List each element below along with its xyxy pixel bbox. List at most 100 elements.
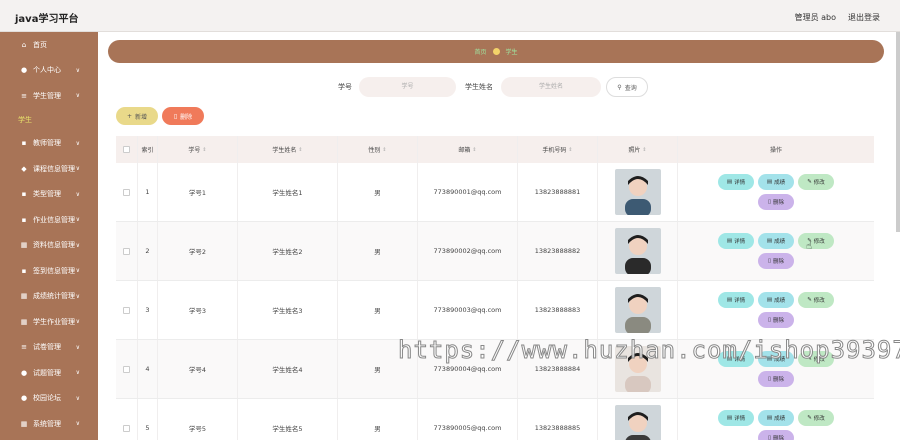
sort-icon: ⇕: [642, 146, 647, 153]
student-photo[interactable]: [614, 405, 661, 440]
sidebar-item-label: 学生作业管理: [33, 317, 75, 326]
query-button[interactable]: ⚲ 查询: [606, 77, 648, 97]
score-icon: ▤: [766, 179, 773, 185]
trash-icon: ▯: [767, 199, 771, 205]
cell-email: 773890005@qq.com: [418, 399, 518, 440]
col-phone-label: 手机号码: [542, 147, 567, 154]
score-button[interactable]: ▤ 成绩: [758, 233, 794, 249]
edit-button[interactable]: ✎ 修改: [798, 292, 834, 308]
edit-button[interactable]: ✎ 修改: [798, 233, 834, 249]
table-row: 1 学号1 学生姓名1 男 773890001@qq.com 13823888881 ▤ 详情…: [116, 163, 874, 222]
op-line: ▯ 删除: [758, 430, 794, 440]
cell-sno: 学号2: [158, 222, 238, 280]
col-photo[interactable]: 照片 ⇕: [598, 136, 678, 163]
sidebar-item-4[interactable]: ▪ 教师管理 ∨: [0, 131, 98, 157]
sidebar-item-label: 学生: [18, 115, 32, 124]
sidebar-item-11[interactable]: ▦ 学生作业管理 ∨: [0, 309, 98, 335]
sidebar-item-13[interactable]: ● 试题管理 ∨: [0, 360, 98, 386]
edit-button[interactable]: ✎ 修改: [798, 410, 834, 426]
col-name[interactable]: 学生姓名 ⇕: [238, 136, 338, 163]
cell-sex: 男: [338, 399, 418, 440]
score-label: 成绩: [774, 298, 786, 304]
score-button[interactable]: ▤ 成绩: [758, 292, 794, 308]
sidebar-item-label: 首页: [33, 40, 47, 49]
row-checkbox[interactable]: [123, 247, 130, 255]
breadcrumb-home[interactable]: 首页: [474, 47, 486, 56]
row-checkbox[interactable]: [123, 306, 130, 314]
row-delete-button[interactable]: ▯ 删除: [758, 253, 794, 269]
sidebar-item-6[interactable]: ▪ 类型管理 ∨: [0, 182, 98, 208]
sidebar-item-7[interactable]: ▪ 作业信息管理 ∨: [0, 207, 98, 233]
col-sex[interactable]: 性别 ⇕: [338, 136, 418, 163]
row-checkbox[interactable]: [123, 188, 130, 196]
col-index-label: 索引: [141, 147, 154, 154]
cell-photo: [598, 281, 678, 339]
cell-operations: ▤ 详情 ▤ 成绩 ✎ 修改 ▯ 删除: [678, 163, 874, 221]
sno-input[interactable]: 学号: [359, 77, 456, 97]
select-all-checkbox[interactable]: [123, 146, 130, 153]
op-line: ▤ 详情 ▤ 成绩 ✎ 修改: [718, 233, 834, 249]
sidebar-item-12[interactable]: ≡ 试卷管理 ∨: [0, 335, 98, 361]
row-checkbox[interactable]: [123, 365, 130, 373]
chevron-down-icon: ∨: [75, 292, 80, 300]
sidebar-item-15[interactable]: ▦ 系统管理 ∨: [0, 411, 98, 437]
row-delete-button[interactable]: ▯ 删除: [758, 371, 794, 387]
logout-link[interactable]: 退出登录: [848, 12, 880, 23]
row-delete-button[interactable]: ▯ 删除: [758, 194, 794, 210]
cell-email: 773890003@qq.com: [418, 281, 518, 339]
col-sno[interactable]: 学号 ⇕: [158, 136, 238, 163]
cell-name: 学生姓名4: [238, 340, 338, 398]
score-button[interactable]: ▤ 成绩: [758, 174, 794, 190]
material-icon: ▦: [20, 241, 28, 250]
current-user-label: 管理员 abo: [794, 13, 836, 22]
row-delete-button[interactable]: ▯ 删除: [758, 312, 794, 328]
sidebar-item-5[interactable]: ◆ 课程信息管理 ∨: [0, 156, 98, 182]
sidebar-item-14[interactable]: ● 校园论坛 ∨: [0, 386, 98, 412]
edit-label: 修改: [813, 416, 825, 422]
detail-icon: ▤: [726, 179, 733, 185]
sidebar-item-3[interactable]: 学生: [0, 109, 98, 131]
col-email[interactable]: 邮箱 ⇕: [418, 136, 518, 163]
student-name-input[interactable]: 学生姓名: [501, 77, 601, 97]
delete-label: 删除: [773, 377, 785, 383]
detail-button[interactable]: ▤ 详情: [718, 410, 754, 426]
page-scrollbar[interactable]: [896, 32, 900, 232]
student-photo[interactable]: [614, 287, 661, 333]
sidebar-item-label: 课程信息管理: [33, 164, 75, 173]
student-photo[interactable]: [614, 169, 661, 215]
score-button[interactable]: ▤ 成绩: [758, 410, 794, 426]
cell-sno: 学号5: [158, 399, 238, 440]
sidebar-item-1[interactable]: ● 个人中心 ∨: [0, 58, 98, 84]
row-select-cell: [116, 399, 138, 440]
sort-icon: ⇕: [382, 146, 387, 153]
detail-button[interactable]: ▤ 详情: [718, 292, 754, 308]
cell-phone: 13823888882: [518, 222, 598, 280]
score-icon: ▤: [766, 238, 773, 244]
student-table: 索引 学号 ⇕ 学生姓名 ⇕ 性别 ⇕ 邮箱 ⇕ 手机号码 ⇕ 照片 ⇕ 操作 1 学号1 学生…: [116, 136, 874, 440]
row-delete-button[interactable]: ▯ 删除: [758, 430, 794, 440]
col-phone[interactable]: 手机号码 ⇕: [518, 136, 598, 163]
op-line: ▤ 详情 ▤ 成绩 ✎ 修改: [718, 292, 834, 308]
sort-icon: ⇕: [202, 146, 207, 153]
sidebar-item-2[interactable]: ≡ 学生管理 ∨: [0, 83, 98, 109]
add-button[interactable]: + 新增: [116, 107, 158, 125]
question-icon: ●: [20, 368, 28, 377]
batch-delete-button[interactable]: ▯ 删除: [162, 107, 204, 125]
sidebar-item-0[interactable]: ⌂ 首页: [0, 32, 98, 58]
search-bar: 学号 学号 学生姓名 学生姓名 ⚲ 查询: [98, 77, 900, 97]
query-button-label: 查询: [624, 84, 637, 92]
detail-button[interactable]: ▤ 详情: [718, 233, 754, 249]
student-photo[interactable]: [614, 228, 661, 274]
detail-button[interactable]: ▤ 详情: [718, 174, 754, 190]
row-checkbox[interactable]: [123, 424, 130, 432]
breadcrumb-current: 学生: [505, 49, 518, 56]
col-sno-label: 学号: [188, 147, 201, 154]
sidebar-item-9[interactable]: ▪ 签到信息管理 ∨: [0, 258, 98, 284]
chevron-down-icon: ∨: [75, 165, 80, 172]
edit-button[interactable]: ✎ 修改: [798, 174, 834, 190]
chevron-down-icon: ∨: [75, 92, 80, 99]
sidebar-item-10[interactable]: ▦ 成绩统计管理 ∨: [0, 284, 98, 310]
sidebar-item-8[interactable]: ▦ 资料信息管理 ∨: [0, 233, 98, 259]
sidebar-item-label: 教师管理: [33, 139, 61, 148]
col-sex-label: 性别: [368, 147, 381, 154]
